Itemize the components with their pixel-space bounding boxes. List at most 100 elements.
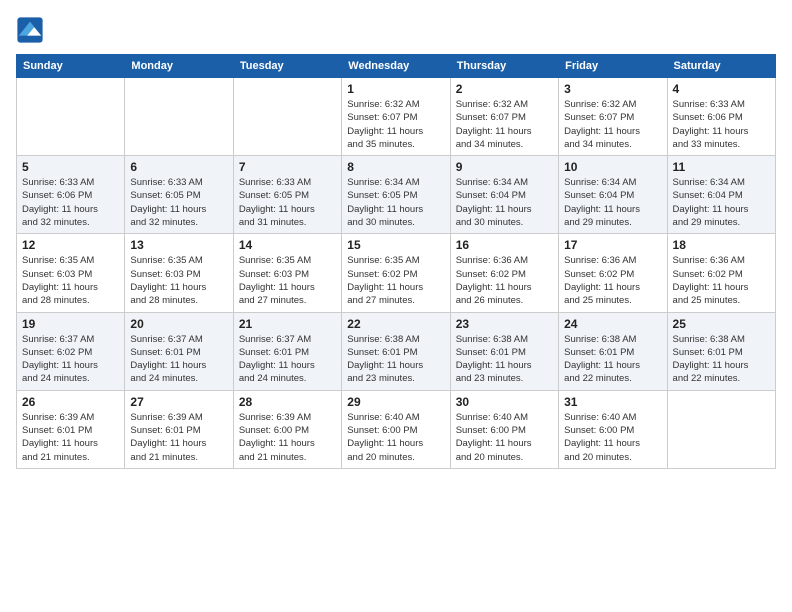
day-number: 15: [347, 238, 444, 252]
calendar-cell: 3Sunrise: 6:32 AM Sunset: 6:07 PM Daylig…: [559, 78, 667, 156]
calendar-cell: [17, 78, 125, 156]
calendar-cell: 2 Sunrise: 6:32 AM Sunset: 6:07 PM Daylig…: [450, 78, 558, 156]
calendar-cell: 21 Sunrise: 6:37 AM Sunset: 6:01 PM Dayli…: [233, 312, 341, 390]
calendar-cell: 8 Sunrise: 6:34 AM Sunset: 6:05 PM Daylig…: [342, 156, 450, 234]
calendar-cell: [125, 78, 233, 156]
cell-content: Sunrise: 6:33 AM Sunset: 6:05 PM Dayligh…: [130, 176, 227, 229]
weekday-row: SundayMondayTuesdayWednesdayThursdayFrid…: [17, 55, 776, 78]
cell-content: Sunrise: 6:37 AM Sunset: 6:01 PM Dayligh…: [239, 333, 336, 386]
cell-content: Sunrise: 6:39 AM Sunset: 6:01 PM Dayligh…: [22, 411, 119, 464]
day-number: 24: [564, 317, 661, 331]
day-number: 20: [130, 317, 227, 331]
cell-content: Sunrise: 6:40 AM Sunset: 6:00 PM Dayligh…: [564, 411, 661, 464]
cell-content: Sunrise: 6:33 AM Sunset: 6:05 PM Dayligh…: [239, 176, 336, 229]
calendar-cell: 17 Sunrise: 6:36 AM Sunset: 6:02 PM Dayli…: [559, 234, 667, 312]
week-row-1: 1Sunrise: 6:32 AM Sunset: 6:07 PM Daylig…: [17, 78, 776, 156]
day-number: 18: [673, 238, 770, 252]
calendar-body: 1Sunrise: 6:32 AM Sunset: 6:07 PM Daylig…: [17, 78, 776, 469]
cell-content: Sunrise: 6:36 AM Sunset: 6:02 PM Dayligh…: [564, 254, 661, 307]
week-row-3: 12 Sunrise: 6:35 AM Sunset: 6:03 PM Dayli…: [17, 234, 776, 312]
cell-content: Sunrise: 6:35 AM Sunset: 6:02 PM Dayligh…: [347, 254, 444, 307]
calendar-cell: 4Sunrise: 6:33 AM Sunset: 6:06 PM Daylig…: [667, 78, 775, 156]
cell-content: Sunrise: 6:34 AM Sunset: 6:04 PM Dayligh…: [456, 176, 553, 229]
calendar-cell: 6 Sunrise: 6:33 AM Sunset: 6:05 PM Daylig…: [125, 156, 233, 234]
calendar-cell: 31 Sunrise: 6:40 AM Sunset: 6:00 PM Dayli…: [559, 390, 667, 468]
cell-content: Sunrise: 6:36 AM Sunset: 6:02 PM Dayligh…: [456, 254, 553, 307]
day-number: 6: [130, 160, 227, 174]
cell-content: Sunrise: 6:34 AM Sunset: 6:04 PM Dayligh…: [564, 176, 661, 229]
day-number: 2: [456, 82, 553, 96]
cell-content: Sunrise: 6:32 AM Sunset: 6:07 PM Dayligh…: [564, 98, 661, 151]
day-number: 17: [564, 238, 661, 252]
day-number: 11: [673, 160, 770, 174]
cell-content: Sunrise: 6:39 AM Sunset: 6:00 PM Dayligh…: [239, 411, 336, 464]
cell-content: Sunrise: 6:38 AM Sunset: 6:01 PM Dayligh…: [347, 333, 444, 386]
day-number: 27: [130, 395, 227, 409]
cell-content: Sunrise: 6:34 AM Sunset: 6:05 PM Dayligh…: [347, 176, 444, 229]
calendar-cell: 11 Sunrise: 6:34 AM Sunset: 6:04 PM Dayli…: [667, 156, 775, 234]
weekday-header-tuesday: Tuesday: [233, 55, 341, 78]
cell-content: Sunrise: 6:37 AM Sunset: 6:01 PM Dayligh…: [130, 333, 227, 386]
day-number: 7: [239, 160, 336, 174]
calendar-cell: 10Sunrise: 6:34 AM Sunset: 6:04 PM Dayli…: [559, 156, 667, 234]
day-number: 22: [347, 317, 444, 331]
calendar-cell: 26 Sunrise: 6:39 AM Sunset: 6:01 PM Dayli…: [17, 390, 125, 468]
cell-content: Sunrise: 6:36 AM Sunset: 6:02 PM Dayligh…: [673, 254, 770, 307]
day-number: 31: [564, 395, 661, 409]
day-number: 26: [22, 395, 119, 409]
day-number: 25: [673, 317, 770, 331]
cell-content: Sunrise: 6:40 AM Sunset: 6:00 PM Dayligh…: [456, 411, 553, 464]
calendar-cell: 19 Sunrise: 6:37 AM Sunset: 6:02 PM Dayli…: [17, 312, 125, 390]
calendar-cell: 30 Sunrise: 6:40 AM Sunset: 6:00 PM Dayli…: [450, 390, 558, 468]
calendar-cell: 23Sunrise: 6:38 AM Sunset: 6:01 PM Dayli…: [450, 312, 558, 390]
calendar-cell: 25 Sunrise: 6:38 AM Sunset: 6:01 PM Dayli…: [667, 312, 775, 390]
calendar-cell: [233, 78, 341, 156]
day-number: 12: [22, 238, 119, 252]
week-row-4: 19 Sunrise: 6:37 AM Sunset: 6:02 PM Dayli…: [17, 312, 776, 390]
day-number: 23: [456, 317, 553, 331]
weekday-header-saturday: Saturday: [667, 55, 775, 78]
day-number: 29: [347, 395, 444, 409]
day-number: 16: [456, 238, 553, 252]
day-number: 9: [456, 160, 553, 174]
calendar-cell: 5Sunrise: 6:33 AM Sunset: 6:06 PM Daylig…: [17, 156, 125, 234]
weekday-header-friday: Friday: [559, 55, 667, 78]
cell-content: Sunrise: 6:38 AM Sunset: 6:01 PM Dayligh…: [673, 333, 770, 386]
weekday-header-monday: Monday: [125, 55, 233, 78]
cell-content: Sunrise: 6:35 AM Sunset: 6:03 PM Dayligh…: [22, 254, 119, 307]
calendar-cell: 13 Sunrise: 6:35 AM Sunset: 6:03 PM Dayli…: [125, 234, 233, 312]
day-number: 30: [456, 395, 553, 409]
calendar-cell: [667, 390, 775, 468]
calendar-cell: 14Sunrise: 6:35 AM Sunset: 6:03 PM Dayli…: [233, 234, 341, 312]
week-row-5: 26 Sunrise: 6:39 AM Sunset: 6:01 PM Dayli…: [17, 390, 776, 468]
cell-content: Sunrise: 6:35 AM Sunset: 6:03 PM Dayligh…: [130, 254, 227, 307]
weekday-header-thursday: Thursday: [450, 55, 558, 78]
header: [16, 16, 776, 44]
day-number: 21: [239, 317, 336, 331]
day-number: 28: [239, 395, 336, 409]
day-number: 19: [22, 317, 119, 331]
cell-content: Sunrise: 6:37 AM Sunset: 6:02 PM Dayligh…: [22, 333, 119, 386]
day-number: 5: [22, 160, 119, 174]
calendar-cell: 27Sunrise: 6:39 AM Sunset: 6:01 PM Dayli…: [125, 390, 233, 468]
day-number: 14: [239, 238, 336, 252]
calendar-cell: 15 Sunrise: 6:35 AM Sunset: 6:02 PM Dayli…: [342, 234, 450, 312]
cell-content: Sunrise: 6:32 AM Sunset: 6:07 PM Dayligh…: [456, 98, 553, 151]
calendar-cell: 28 Sunrise: 6:39 AM Sunset: 6:00 PM Dayli…: [233, 390, 341, 468]
calendar-table: SundayMondayTuesdayWednesdayThursdayFrid…: [16, 54, 776, 469]
logo: [16, 16, 48, 44]
day-number: 4: [673, 82, 770, 96]
calendar-cell: 22 Sunrise: 6:38 AM Sunset: 6:01 PM Dayli…: [342, 312, 450, 390]
calendar-cell: 16 Sunrise: 6:36 AM Sunset: 6:02 PM Dayli…: [450, 234, 558, 312]
cell-content: Sunrise: 6:38 AM Sunset: 6:01 PM Dayligh…: [564, 333, 661, 386]
cell-content: Sunrise: 6:34 AM Sunset: 6:04 PM Dayligh…: [673, 176, 770, 229]
calendar-cell: 29Sunrise: 6:40 AM Sunset: 6:00 PM Dayli…: [342, 390, 450, 468]
cell-content: Sunrise: 6:32 AM Sunset: 6:07 PM Dayligh…: [347, 98, 444, 151]
calendar-cell: 20 Sunrise: 6:37 AM Sunset: 6:01 PM Dayli…: [125, 312, 233, 390]
weekday-header-sunday: Sunday: [17, 55, 125, 78]
calendar-cell: 9 Sunrise: 6:34 AM Sunset: 6:04 PM Daylig…: [450, 156, 558, 234]
day-number: 13: [130, 238, 227, 252]
week-row-2: 5Sunrise: 6:33 AM Sunset: 6:06 PM Daylig…: [17, 156, 776, 234]
weekday-header-wednesday: Wednesday: [342, 55, 450, 78]
day-number: 8: [347, 160, 444, 174]
